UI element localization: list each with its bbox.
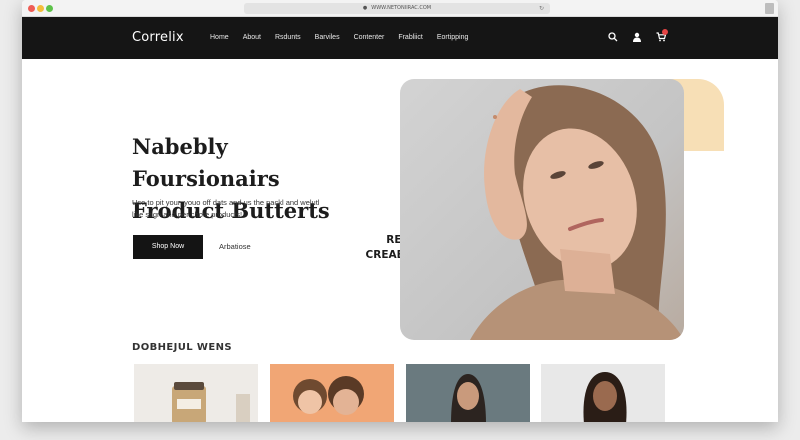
cart-icon[interactable]	[654, 29, 668, 45]
product-card[interactable]	[134, 364, 258, 422]
user-icon[interactable]	[630, 29, 644, 45]
nav-link-contenter[interactable]: Contenter	[354, 34, 385, 41]
hero-title-line-1: Nabebly Foursionairs	[132, 134, 280, 191]
site-logo[interactable]: Correlix	[132, 30, 184, 45]
browser-window: ● WWW.NETONIIRAC.COM ↻ Correlix Home Abou…	[22, 0, 778, 422]
nav-link-eortipping[interactable]: Eortipping	[437, 34, 469, 41]
nav-icons	[606, 29, 678, 45]
secondary-link[interactable]: Arbatiose	[219, 242, 251, 251]
hero-model-photo	[400, 79, 684, 340]
maximize-window-button[interactable]	[46, 5, 53, 12]
nav-links: Home About Rsdunts Barviles Contenter Fr…	[210, 34, 482, 41]
product-card[interactable]	[541, 364, 665, 422]
browser-toolbar: ● WWW.NETONIIRAC.COM ↻	[22, 0, 778, 17]
nav-link-about[interactable]: About	[243, 34, 261, 41]
reload-icon[interactable]: ↻	[539, 3, 544, 14]
nav-link-barviles[interactable]: Barviles	[315, 34, 340, 41]
close-window-button[interactable]	[28, 5, 35, 12]
lock-icon: ●	[362, 5, 368, 11]
minimize-window-button[interactable]	[37, 5, 44, 12]
nav-link-rsdunts[interactable]: Rsdunts	[275, 34, 301, 41]
sidebar-toggle-icon[interactable]	[765, 3, 774, 14]
site-navbar: Correlix Home About Rsdunts Barviles Con…	[22, 17, 778, 59]
shop-now-button[interactable]: Shop Now	[133, 235, 203, 259]
hero-description: Use to pit your, youo off dats and us th…	[132, 198, 320, 219]
product-card[interactable]	[270, 364, 394, 422]
search-icon[interactable]	[606, 29, 620, 45]
cart-badge	[662, 29, 668, 35]
nav-link-home[interactable]: Home	[210, 34, 229, 41]
nav-link-frabliict[interactable]: Frabliict	[398, 34, 423, 41]
product-card[interactable]	[406, 364, 530, 422]
url-text: WWW.NETONIIRAC.COM	[371, 5, 432, 11]
address-bar[interactable]: ● WWW.NETONIIRAC.COM ↻	[244, 3, 550, 14]
section-title: DOBHEJUL WENS	[132, 342, 232, 353]
